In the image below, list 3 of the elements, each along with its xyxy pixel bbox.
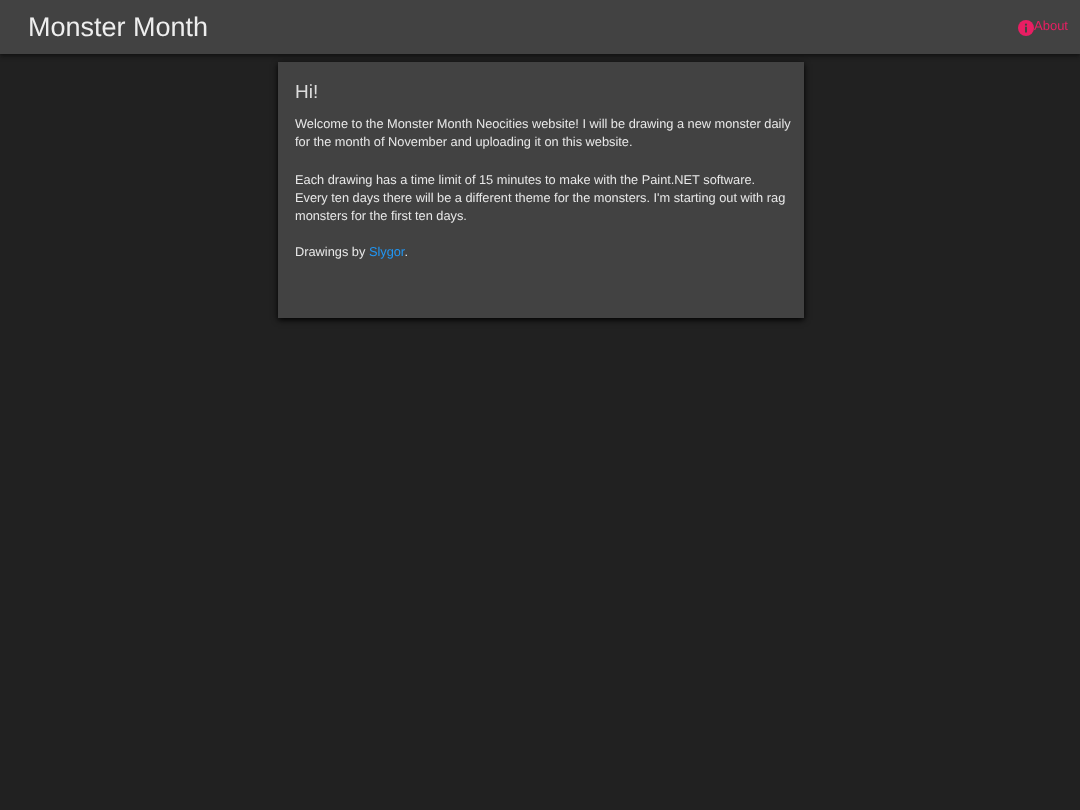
info-icon[interactable] [1018, 19, 1034, 35]
card-heading: Hi! [295, 82, 321, 104]
site-title: Monster Month [28, 12, 211, 42]
